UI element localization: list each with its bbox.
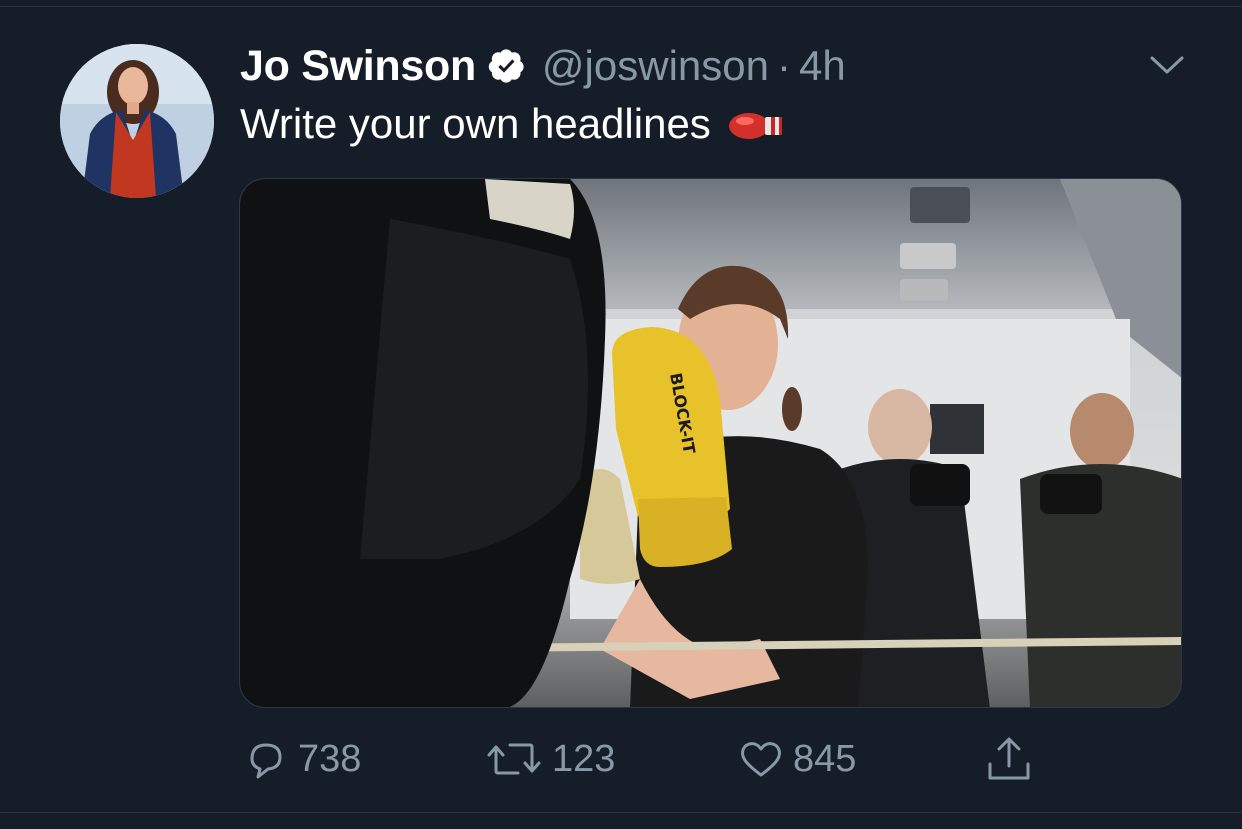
separator: · <box>776 42 791 89</box>
avatar[interactable] <box>60 44 214 198</box>
tweet[interactable]: Jo Swinson @joswinson · 4h Write your ow… <box>0 0 1242 829</box>
boxing-glove-icon <box>727 104 787 144</box>
tweet-media-photo[interactable]: BLOCK-IT <box>239 178 1182 708</box>
reply-count: 738 <box>298 737 362 780</box>
verified-badge-icon <box>488 47 526 85</box>
retweet-button[interactable]: 123 <box>484 734 615 784</box>
retweet-icon <box>487 743 541 775</box>
timestamp[interactable]: 4h <box>799 42 846 90</box>
retweet-count: 123 <box>552 737 616 780</box>
bottom-divider <box>0 812 1242 813</box>
like-count: 845 <box>793 737 857 780</box>
handle[interactable]: @joswinson <box>542 42 769 90</box>
tweet-text-row: Write your own headlines <box>240 98 787 150</box>
share-button[interactable] <box>984 734 1042 784</box>
share-icon <box>988 737 1030 780</box>
like-button[interactable]: 845 <box>737 734 856 784</box>
heart-icon <box>741 742 781 777</box>
reply-icon <box>250 743 282 779</box>
tweet-header: Jo Swinson @joswinson · 4h <box>240 38 846 94</box>
reply-button[interactable]: 738 <box>242 734 361 784</box>
tweet-text: Write your own headlines <box>240 100 711 147</box>
chevron-down-icon[interactable] <box>1148 50 1186 80</box>
top-divider <box>0 6 1242 7</box>
display-name[interactable]: Jo Swinson <box>240 42 476 91</box>
